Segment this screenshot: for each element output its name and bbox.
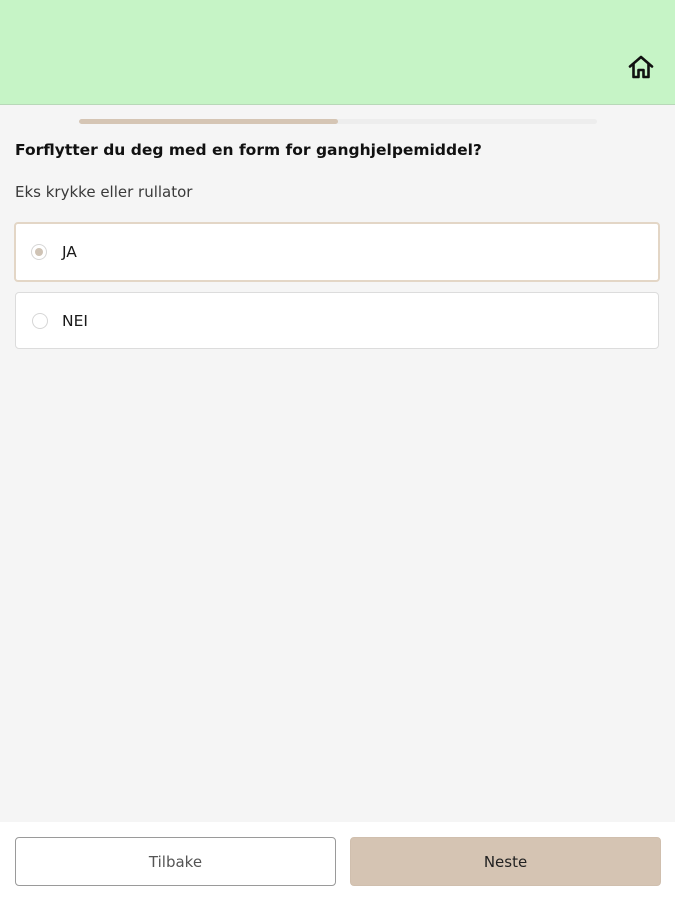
back-button[interactable]: Tilbake	[15, 837, 336, 886]
home-button[interactable]	[624, 52, 658, 86]
home-icon	[627, 54, 655, 84]
question-title: Forflytter du deg med en form for ganghj…	[15, 141, 482, 159]
radio-nei[interactable]	[32, 312, 48, 329]
footer-bar: Tilbake Neste	[0, 822, 675, 900]
option-nei-label: NEI	[62, 311, 88, 330]
app-header	[0, 0, 675, 105]
radio-dot	[35, 248, 43, 256]
option-nei[interactable]: NEI	[15, 292, 659, 349]
progress-fill	[79, 119, 338, 124]
next-button[interactable]: Neste	[350, 837, 661, 886]
option-ja[interactable]: JA	[14, 222, 660, 282]
question-hint: Eks krykke eller rullator	[15, 183, 193, 201]
option-ja-label: JA	[62, 243, 77, 261]
progress-bar	[79, 119, 597, 124]
radio-ja[interactable]	[31, 244, 47, 260]
